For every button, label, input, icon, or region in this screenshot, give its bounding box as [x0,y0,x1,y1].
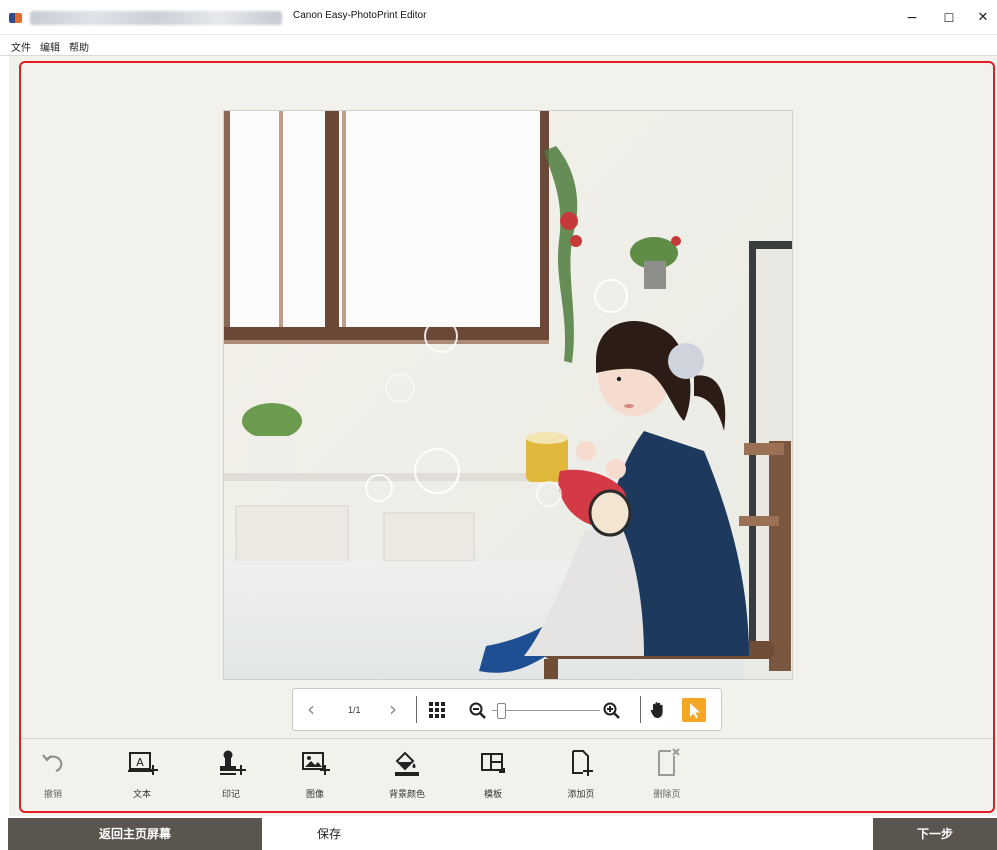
zoom-slider-track[interactable] [492,710,600,711]
menu-file[interactable]: 文件 [11,39,31,54]
menu-bar: 文件 编辑 帮助 [0,35,997,56]
close-button[interactable]: ✕ [965,6,997,30]
page-indicator: 1/1 [348,705,361,715]
next-button[interactable]: 下一步 [873,818,997,850]
text-button[interactable]: A 文本 [112,745,172,805]
stamp-icon [220,750,246,775]
photo-image [224,111,792,679]
nav-separator [416,696,417,723]
template-label: 模板 [483,789,502,799]
page-nav-toolbar: ‹ 1/1 › [292,688,722,731]
delete-page-label: 删除页 [653,789,681,799]
image-button[interactable]: 图像 [285,745,345,805]
zoom-slider-thumb[interactable] [497,703,506,719]
window-title: Canon Easy-PhotoPrint Editor [293,10,427,21]
minimize-button[interactable]: − [894,6,930,30]
stamp-label: 印记 [221,789,240,799]
nav-separator [640,696,641,723]
zoom-out-icon[interactable] [469,702,487,720]
background-color-label: 背景颜色 [388,789,425,799]
home-screen-button[interactable]: 返回主页屏幕 [8,818,262,850]
undo-icon [42,754,63,772]
pointer-button[interactable] [682,698,706,722]
chevron-right-icon[interactable]: › [389,697,397,721]
add-page-icon [572,750,593,776]
template-icon [481,753,505,773]
undo-button[interactable]: 撤销 [23,745,83,805]
menu-help[interactable]: 帮助 [69,39,89,54]
hand-icon[interactable] [650,701,666,719]
photo-canvas[interactable] [223,110,793,680]
pointer-icon [690,703,700,719]
image-icon [302,752,330,775]
undo-label: 撤销 [43,789,62,799]
zoom-in-icon[interactable] [603,702,621,720]
title-bar: Canon Easy-PhotoPrint Editor − ☐ ✕ [0,0,997,35]
image-label: 图像 [305,789,324,799]
toolbar-divider [20,738,994,739]
svg-text:A: A [136,756,144,769]
chevron-left-icon[interactable]: ‹ [307,697,315,721]
delete-page-button[interactable]: 删除页 [637,745,697,805]
template-button[interactable]: 模板 [463,745,523,805]
add-page-button[interactable]: 添加页 [551,745,611,805]
save-button[interactable]: 保存 [262,818,396,850]
text-box-icon: A [128,752,158,775]
delete-page-icon [658,748,680,776]
grid-icon[interactable] [429,702,445,718]
menu-edit[interactable]: 编辑 [40,39,60,54]
blurred-filename [30,11,282,25]
stamp-button[interactable]: 印记 [201,745,261,805]
add-page-label: 添加页 [567,789,595,799]
app-icon [9,13,22,23]
text-label: 文本 [132,789,151,799]
paint-bucket-icon [395,751,419,776]
maximize-button[interactable]: ☐ [931,6,967,30]
background-color-button[interactable]: 背景颜色 [377,745,437,805]
